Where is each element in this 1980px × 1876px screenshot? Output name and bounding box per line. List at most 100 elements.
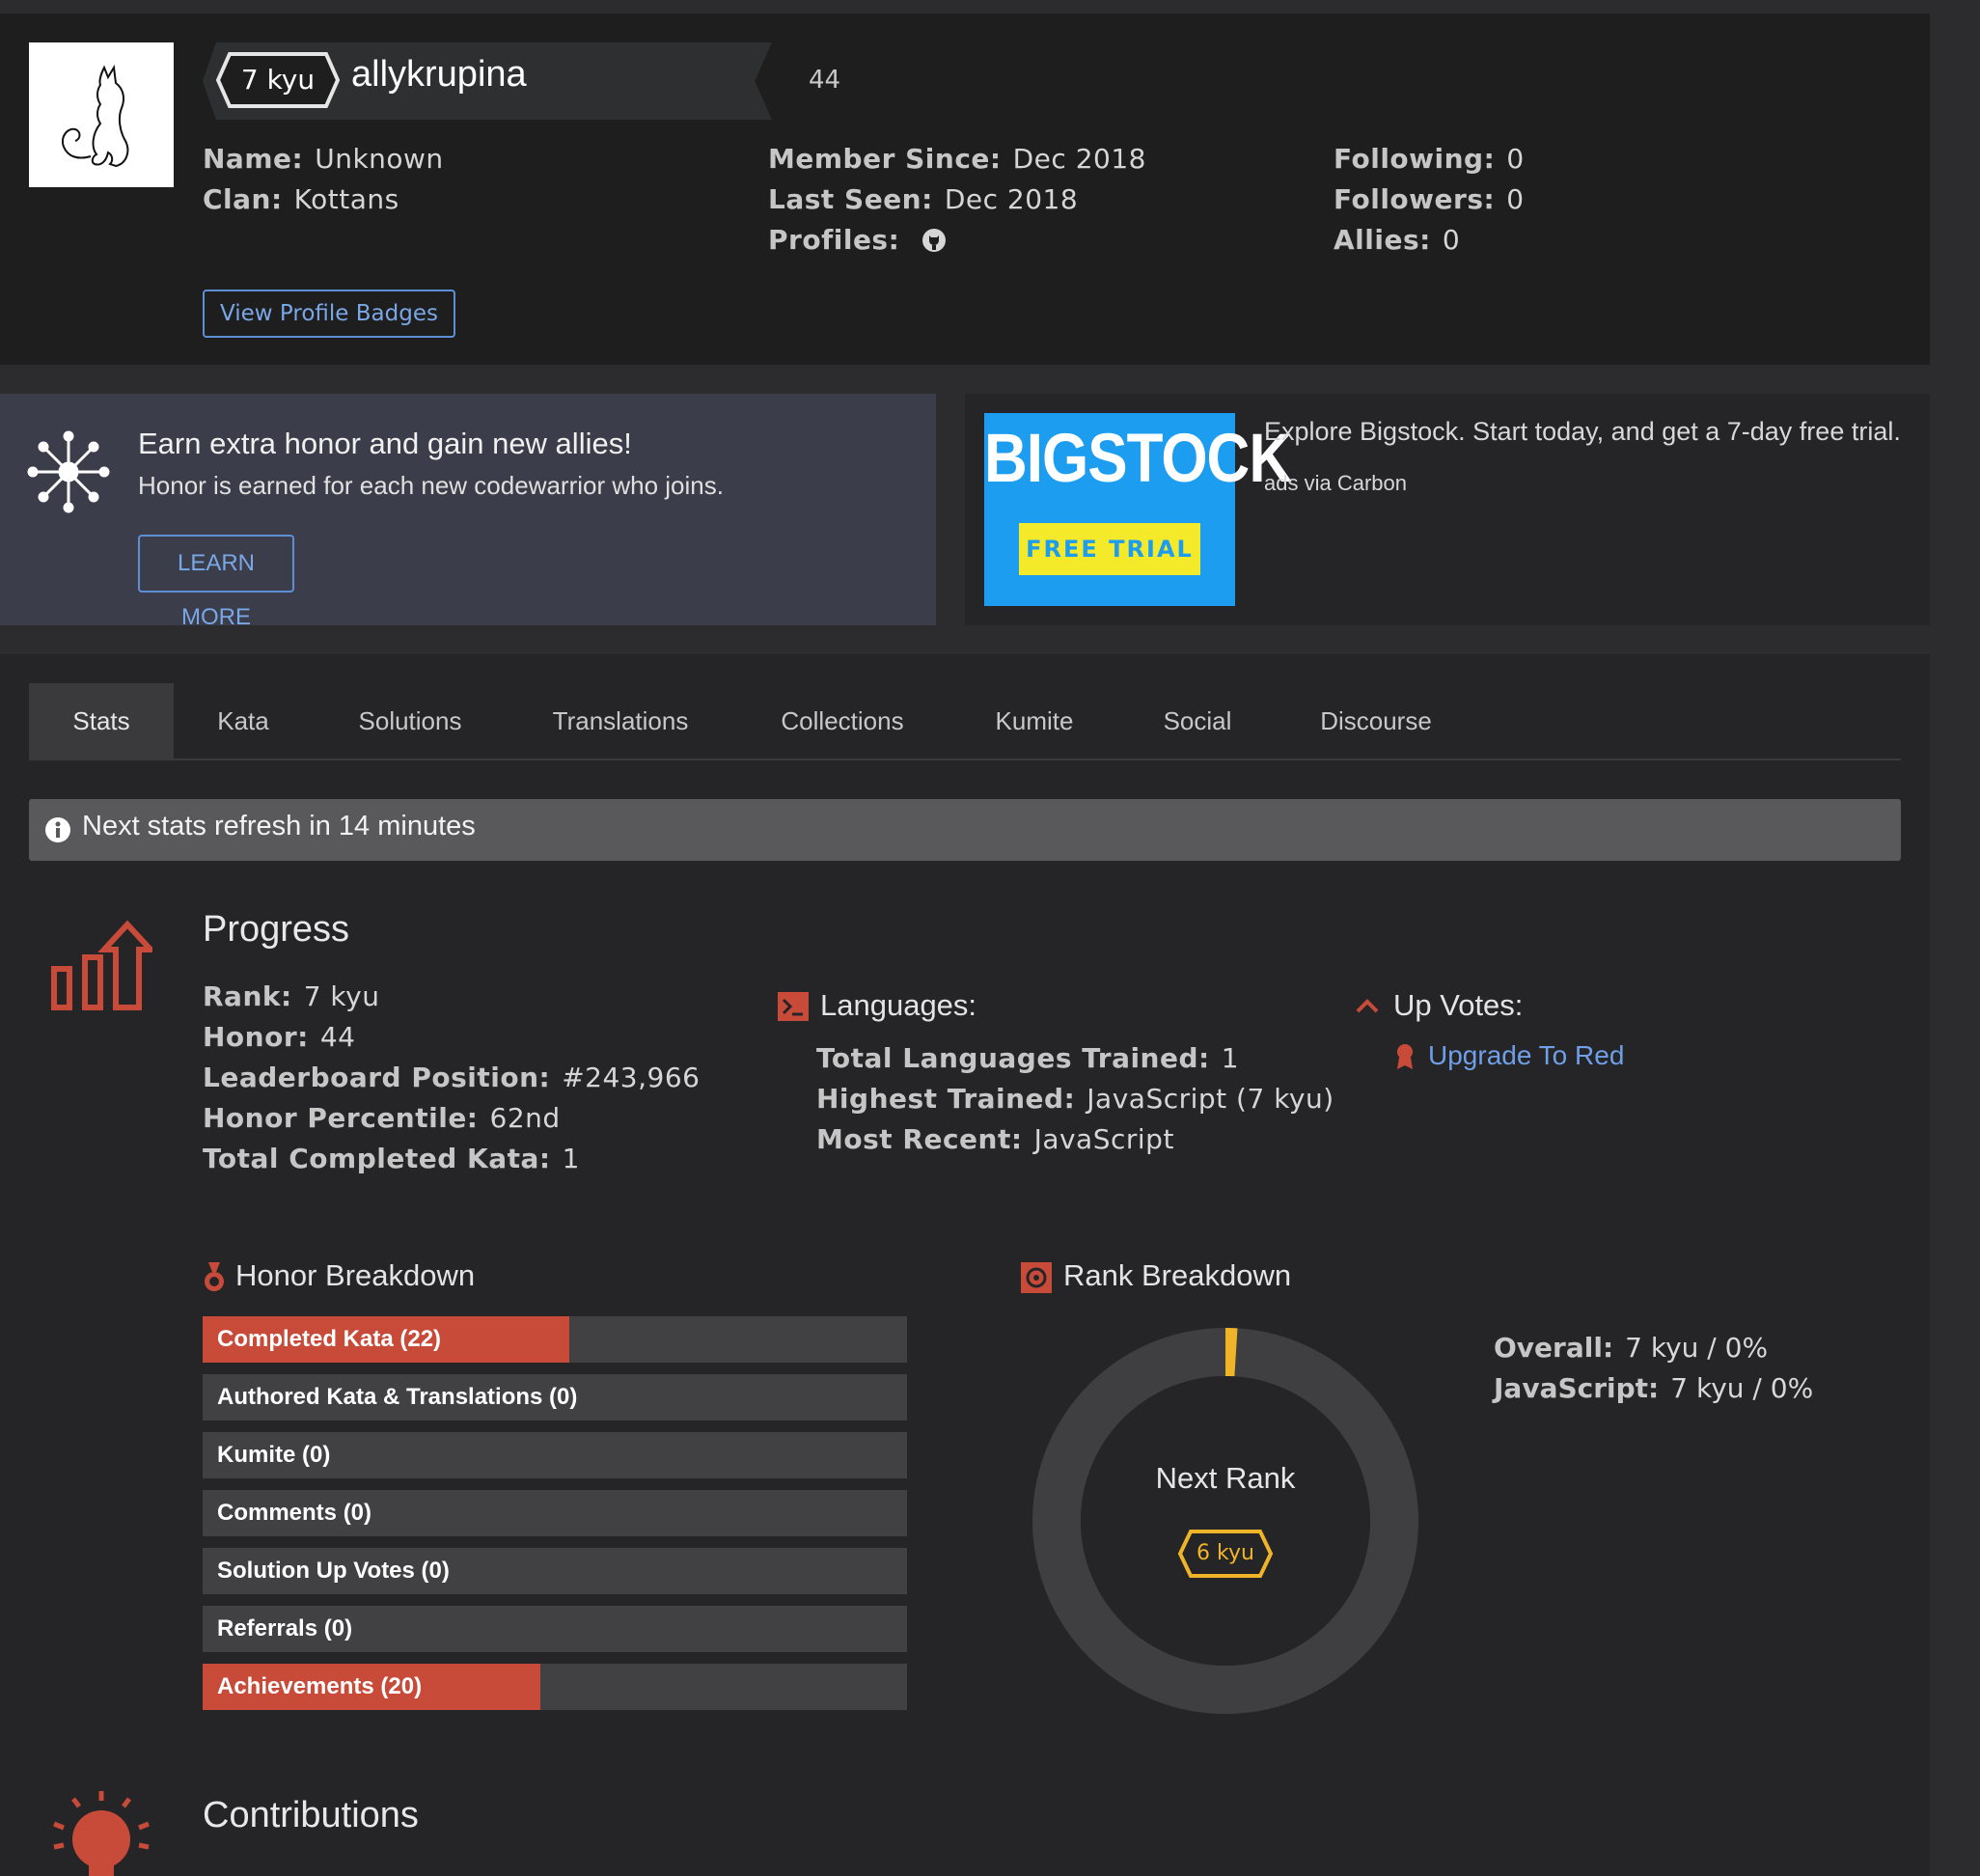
ad-logo: BIGSTOCK [984,420,1292,498]
promo-subtitle: Honor is earned for each new codewarrior… [138,471,724,500]
leaderboard-row: Leaderboard Position: #243,966 [203,1062,700,1093]
allies-label: Allies: [1334,224,1431,256]
following-label: Following: [1334,143,1496,175]
following-value: 0 [1506,143,1525,175]
avatar[interactable] [29,42,174,187]
honor-bar-referrals: Referrals (0) [203,1606,907,1652]
honor-bar-label: Kumite (0) [217,1442,331,1468]
name-value: Unknown [315,143,444,175]
promo-title: Earn extra honor and gain new allies! [138,427,632,460]
leaderboard-value: #243,966 [562,1062,701,1093]
member-since-value: Dec 2018 [1012,143,1146,175]
rank-breakdown-title: Rank Breakdown [1063,1258,1292,1292]
tab-kata[interactable]: Kata [189,683,297,759]
learn-more-button[interactable]: LEARN MORE [138,535,294,630]
rank-badge: 7 kyu [240,64,316,96]
stats-refresh-text: Next stats refresh in 14 minutes [82,811,476,841]
lightbulb-icon [53,1791,150,1876]
overall-rank-row: Overall: 7 kyu / 0% [1494,1332,1768,1364]
rank-progress-donut [1032,1328,1418,1714]
tab-stats[interactable]: Stats [29,683,174,759]
allies-row: Allies: 0 [1334,224,1460,256]
medal-icon [205,1262,224,1291]
languages-highest-row: Highest Trained: JavaScript (7 kyu) [816,1083,1334,1115]
honor-bar-label: Completed Kata (22) [217,1326,442,1352]
progress-chart-icon [51,921,152,1010]
username: allykrupina [351,54,527,95]
clan-row: Clan: Kottans [203,183,399,215]
clan-value: Kottans [293,183,399,215]
languages-total-label: Total Languages Trained: [816,1042,1210,1074]
contributions-title: Contributions [203,1795,419,1835]
last-seen-row: Last Seen: Dec 2018 [768,183,1078,215]
terminal-icon [778,992,809,1021]
next-rank-value: 6 kyu [1196,1541,1254,1565]
percentile-row: Honor Percentile: 62nd [203,1102,561,1134]
honor-value: 44 [319,1021,356,1053]
tab-social[interactable]: Social [1148,683,1247,759]
last-seen-value: Dec 2018 [944,183,1079,215]
chevron-up-icon [1356,999,1379,1013]
languages-total-row: Total Languages Trained: 1 [816,1042,1239,1074]
target-icon [1021,1262,1052,1293]
upgrade-to-red-link[interactable]: Upgrade To Red [1428,1040,1624,1071]
overall-label: Overall: [1494,1332,1614,1364]
ads-via-carbon-link[interactable]: ads via Carbon [1264,471,1407,496]
rank-row: Rank: 7 kyu [203,980,379,1012]
honor-bar-label: Authored Kata & Translations (0) [217,1384,578,1410]
honor-row: Honor: 44 [203,1021,356,1053]
completed-kata-row: Total Completed Kata: 1 [203,1143,580,1174]
leaderboard-label: Leaderboard Position: [203,1062,551,1093]
ribbon-icon [1397,1044,1413,1069]
member-since-row: Member Since: Dec 2018 [768,143,1146,175]
followers-row: Followers: 0 [1334,183,1525,215]
languages-recent-label: Most Recent: [816,1123,1023,1155]
github-icon[interactable] [921,227,948,254]
allies-value: 0 [1442,224,1461,256]
ad-text[interactable]: Explore Bigstock. Start today, and get a… [1264,417,1901,447]
javascript-rank-row: JavaScript: 7 kyu / 0% [1494,1372,1813,1404]
languages-highest-label: Highest Trained: [816,1083,1076,1115]
honor-bar-kumite: Kumite (0) [203,1432,907,1478]
languages-recent-value: JavaScript [1033,1123,1174,1155]
tab-solutions[interactable]: Solutions [338,683,482,759]
honor-bar-authored: Authored Kata & Translations (0) [203,1374,907,1421]
javascript-value: 7 kyu / 0% [1670,1372,1814,1404]
following-row: Following: 0 [1334,143,1525,175]
view-profile-badges-button[interactable]: View Profile Badges [203,290,455,338]
tab-collections[interactable]: Collections [766,683,919,759]
profiles-label: Profiles: [768,224,900,256]
honor-breakdown-title: Honor Breakdown [235,1258,476,1292]
clan-label: Clan: [203,183,283,215]
overall-value: 7 kyu / 0% [1625,1332,1769,1364]
completed-kata-value: 1 [562,1143,580,1174]
honor-bar-label: Referrals (0) [217,1615,353,1642]
honor-bar-comments: Comments (0) [203,1490,907,1536]
percentile-value: 62nd [489,1102,561,1134]
tab-discourse[interactable]: Discourse [1305,683,1447,759]
network-burst-icon [27,430,110,513]
next-rank-label: Next Rank [1155,1461,1296,1495]
followers-value: 0 [1506,183,1525,215]
tab-translations[interactable]: Translations [540,683,701,759]
honor-bar-solution-upvotes: Solution Up Votes (0) [203,1548,907,1594]
tab-kumite[interactable]: Kumite [980,683,1088,759]
honor-bar-label: Solution Up Votes (0) [217,1558,450,1584]
top-strip [0,0,1980,14]
name-row: Name: Unknown [203,143,444,175]
languages-title: Languages: [820,988,977,1022]
ad-free-trial: FREE TRIAL [1019,523,1200,575]
honor-bar-completed-kata: Completed Kata (22) [203,1316,907,1363]
last-seen-label: Last Seen: [768,183,933,215]
profiles-row: Profiles: [768,224,948,256]
honor-bar-label: Achievements (20) [217,1673,423,1699]
cat-avatar-icon [62,65,129,168]
completed-kata-label: Total Completed Kata: [203,1143,551,1174]
honor-score: 44 [809,66,841,95]
javascript-label: JavaScript: [1494,1372,1660,1404]
rank-label: Rank: [203,980,292,1012]
honor-bar-achievements: Achievements (20) [203,1664,907,1710]
languages-highest-value: JavaScript (7 kyu) [1086,1083,1334,1115]
percentile-label: Honor Percentile: [203,1102,479,1134]
honor-bar-label: Comments (0) [217,1500,372,1526]
